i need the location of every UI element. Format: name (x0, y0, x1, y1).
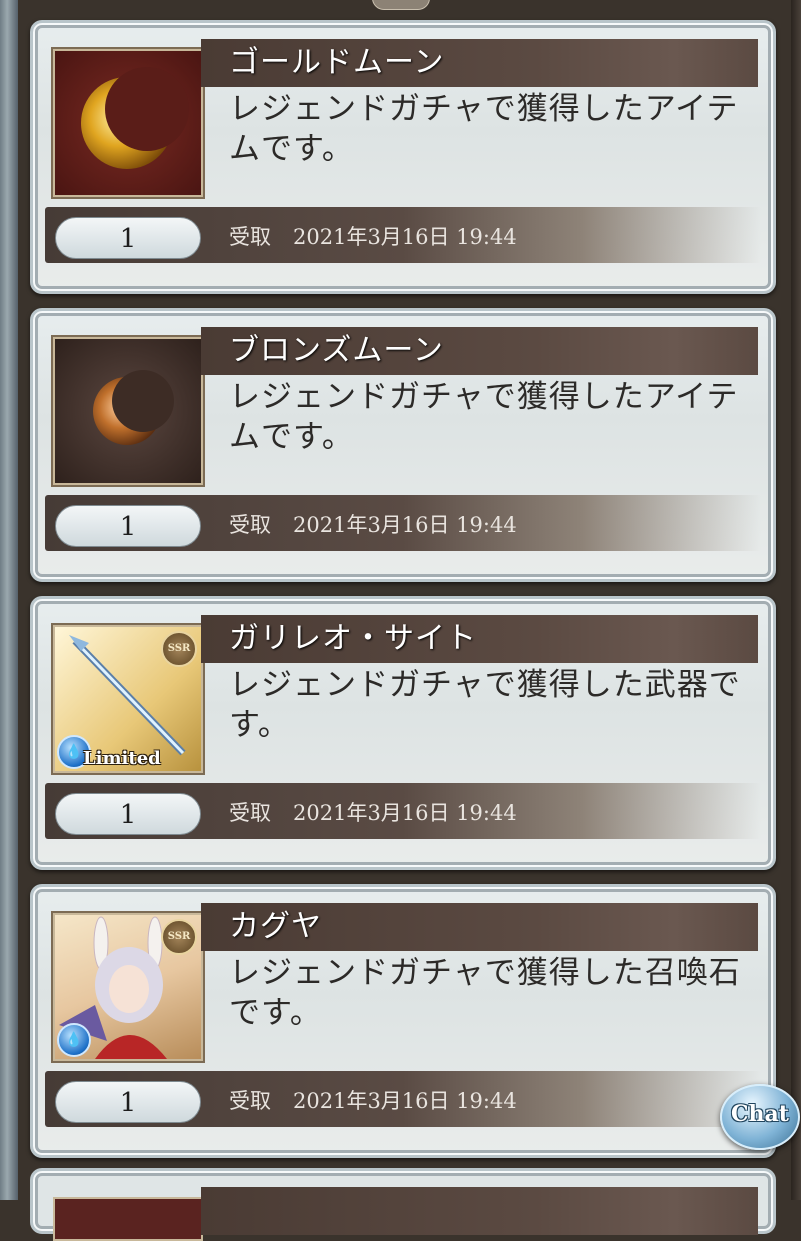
left-frame (0, 0, 18, 1200)
received-timestamp: 2021年3月16日 19:44 (293, 801, 517, 825)
item-description: レジェンドガチャで獲得した武器です。 (229, 667, 741, 743)
quantity-badge: 1 (55, 217, 201, 259)
received-timestamp: 2021年3月16日 19:44 (293, 225, 517, 249)
received-timestamp: 2021年3月16日 19:44 (293, 1089, 517, 1113)
limited-tag: Limited (83, 748, 161, 769)
received-status: 受取 (229, 513, 271, 537)
item-name: ガリレオ・サイト (229, 621, 477, 656)
received-info: 受取 2021年3月16日 19:44 (229, 219, 517, 255)
chat-button[interactable]: Chat (720, 1084, 800, 1150)
top-ornament (372, 0, 430, 10)
summon-portrait-icon: SSR 💧 (53, 913, 203, 1061)
item-name: カグヤ (229, 909, 322, 944)
item-name: ブロンズムーン (229, 333, 444, 368)
received-status: 受取 (229, 801, 271, 825)
received-info: 受取 2021年3月16日 19:44 (229, 507, 517, 543)
item-card: SSR 💧 カグヤ レジェンドガチャで獲得した召喚石です。 1 受取 2021年3… (30, 884, 776, 1158)
item-name: ゴールドムーン (229, 45, 445, 80)
item-description: レジェンドガチャで獲得した召喚石です。 (229, 955, 741, 1031)
rarity-badge: SSR (161, 631, 197, 667)
water-element-icon: 💧 (57, 1023, 91, 1057)
received-status: 受取 (229, 225, 271, 249)
right-frame (791, 0, 801, 1200)
bronze-moon-icon (53, 337, 203, 485)
item-card: ブロンズムーン レジェンドガチャで獲得したアイテムです。 1 受取 2021年3月… (30, 308, 776, 582)
weapon-icon: SSR 💧 Limited (53, 625, 203, 773)
received-timestamp: 2021年3月16日 19:44 (293, 513, 517, 537)
received-status: 受取 (229, 1089, 271, 1113)
next-item-card (30, 1168, 776, 1241)
item-card: ゴールドムーン レジェンドガチャで獲得したアイテムです。 1 受取 2021年3月… (30, 20, 776, 294)
item-thumbnail (53, 1197, 203, 1241)
item-description: レジェンドガチャで獲得したアイテムです。 (229, 91, 739, 167)
received-info: 受取 2021年3月16日 19:44 (229, 1083, 517, 1119)
title-bar (201, 1187, 758, 1235)
rarity-badge: SSR (161, 919, 197, 955)
received-info: 受取 2021年3月16日 19:44 (229, 795, 517, 831)
gold-moon-icon (53, 49, 203, 197)
item-description: レジェンドガチャで獲得したアイテムです。 (229, 379, 739, 455)
quantity-badge: 1 (55, 793, 201, 835)
quantity-badge: 1 (55, 1081, 201, 1123)
item-card: SSR 💧 Limited ガリレオ・サイト レジェンドガチャで獲得した武器です… (30, 596, 776, 870)
quantity-badge: 1 (55, 505, 201, 547)
